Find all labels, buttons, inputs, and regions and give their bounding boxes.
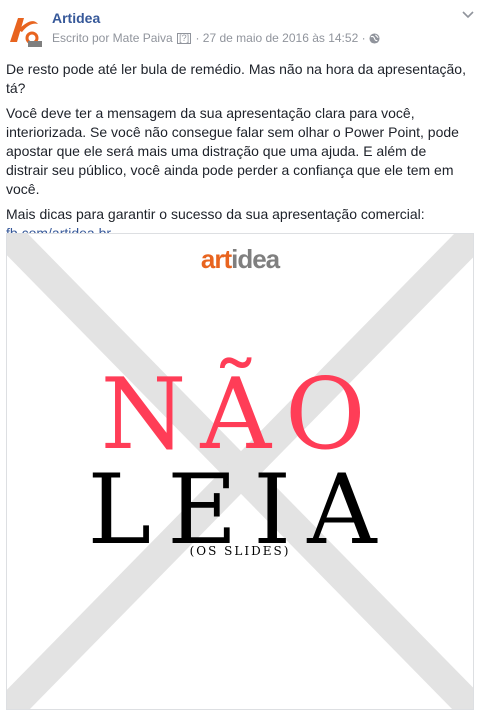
artidea-logo-icon <box>4 8 44 48</box>
page-avatar[interactable] <box>4 8 44 48</box>
post-photo[interactable]: artidea NÃO LEIA (OS SLIDES) <box>6 233 474 710</box>
chevron-down-icon[interactable] <box>462 11 474 19</box>
timestamp-link[interactable]: · 27 de maio de 2016 às 14:52 · <box>195 31 365 45</box>
globe-icon[interactable] <box>369 33 380 44</box>
page-name-link[interactable]: Artidea <box>52 10 100 26</box>
brand-idea: idea <box>231 244 280 274</box>
help-badge-text: ? <box>181 33 187 43</box>
post-paragraph: Você deve ter a mensagem da sua apresent… <box>6 105 459 197</box>
post-header: Artidea Escrito por Mate Paiva [?] · 27 … <box>0 0 478 52</box>
help-badge[interactable]: [?] <box>177 33 192 44</box>
post-meta: Escrito por Mate Paiva [?] · 27 de maio … <box>52 31 380 45</box>
post-body: De resto pode até ler bula de remédio. M… <box>6 60 472 249</box>
author-text[interactable]: Escrito por Mate Paiva <box>52 31 173 45</box>
brand-logo: artidea <box>7 244 473 275</box>
brand-art: art <box>200 244 232 274</box>
post-paragraph-text: Mais dicas para garantir o sucesso da su… <box>6 206 425 222</box>
post-paragraph: De resto pode até ler bula de remédio. M… <box>6 61 466 96</box>
headline-nao: NÃO <box>100 358 380 472</box>
headline-slides: (OS SLIDES) <box>189 544 291 558</box>
